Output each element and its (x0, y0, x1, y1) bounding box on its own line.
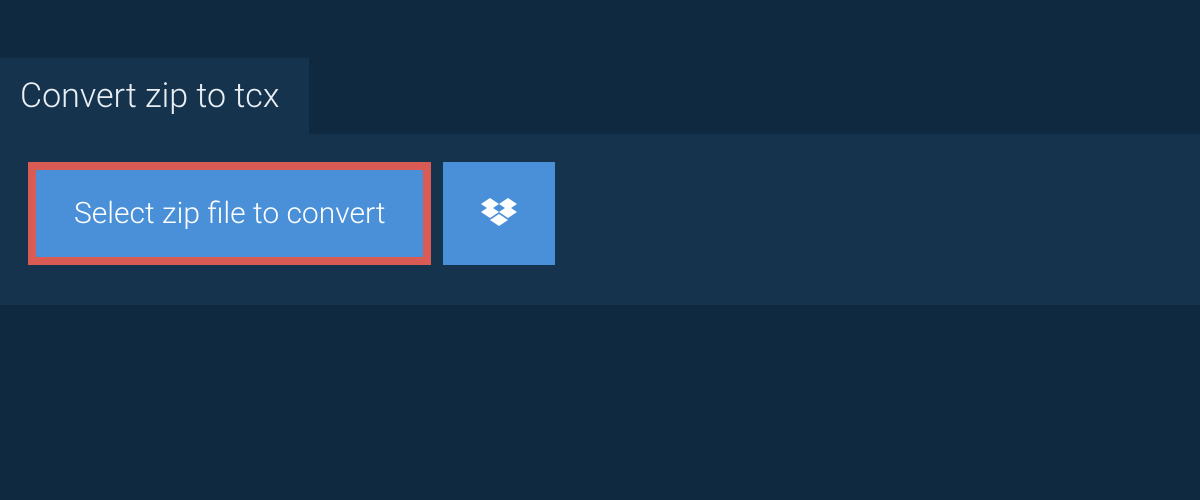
button-row: Select zip file to convert (28, 162, 1172, 265)
page-title: Convert zip to tcx (20, 76, 279, 116)
select-file-label: Select zip file to convert (74, 196, 385, 231)
select-file-button[interactable]: Select zip file to convert (28, 162, 431, 265)
upload-panel: Select zip file to convert (0, 134, 1200, 305)
dropbox-icon (481, 198, 517, 230)
dropbox-button[interactable] (443, 162, 555, 265)
tab-header: Convert zip to tcx (0, 58, 309, 134)
